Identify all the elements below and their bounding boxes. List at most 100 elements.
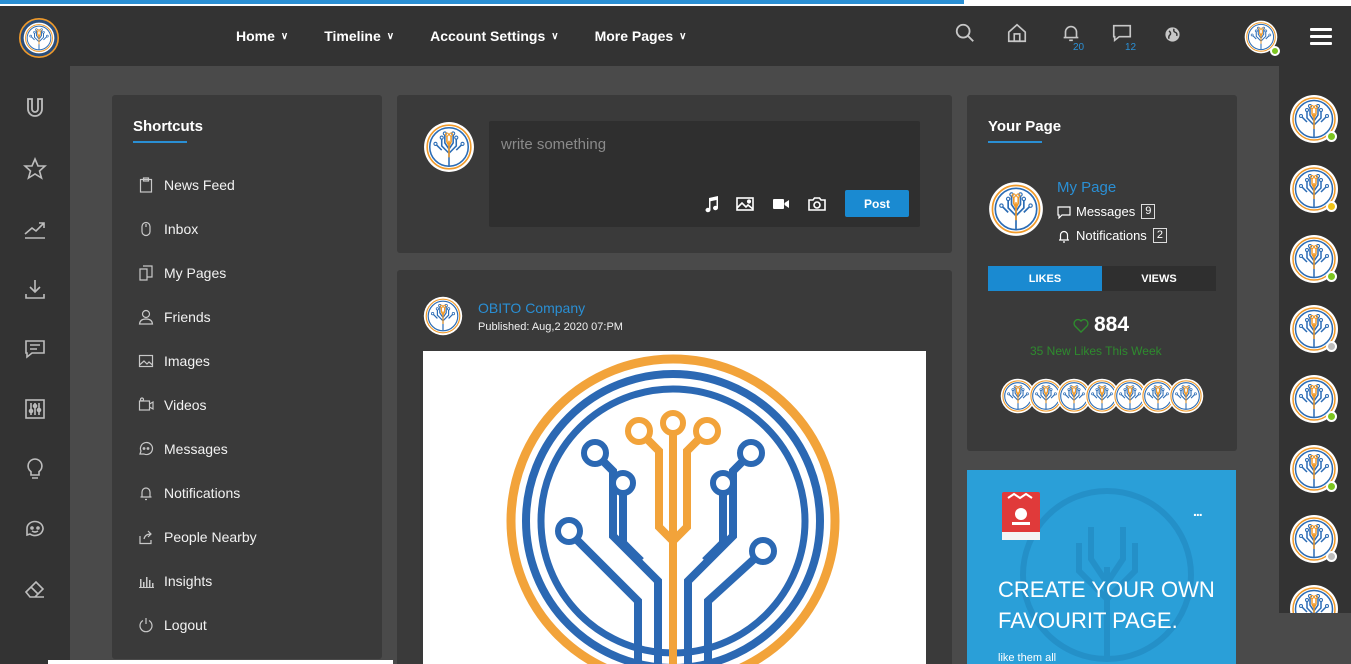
away-status-dot bbox=[1326, 201, 1337, 212]
page-messages-row[interactable]: Messages 9 bbox=[1057, 204, 1156, 219]
shortcut-label: Logout bbox=[164, 617, 207, 633]
post-textarea[interactable]: write something Post bbox=[489, 121, 920, 227]
shortcut-notifications[interactable]: Notifications bbox=[138, 485, 240, 501]
power-icon bbox=[138, 617, 154, 633]
online-status-dot bbox=[1326, 271, 1337, 282]
company-logo-image bbox=[506, 354, 840, 664]
smile-icon[interactable] bbox=[23, 517, 47, 541]
brand-logo[interactable] bbox=[19, 18, 59, 58]
download-icon[interactable] bbox=[23, 277, 47, 301]
tab-likes[interactable]: LIKES bbox=[988, 266, 1102, 291]
home-icon[interactable] bbox=[1006, 22, 1034, 50]
music-icon[interactable] bbox=[703, 195, 721, 213]
shortcut-news-feed[interactable]: News Feed bbox=[138, 177, 235, 193]
notifications-count: 2 bbox=[1152, 228, 1167, 243]
likes-views-tabs: LIKES VIEWS bbox=[988, 266, 1216, 291]
shortcut-label: Insights bbox=[164, 573, 213, 589]
bell-icon[interactable]: 20 bbox=[1060, 22, 1088, 53]
shortcut-inbox[interactable]: Inbox bbox=[138, 221, 198, 237]
friend-avatar[interactable] bbox=[1289, 514, 1339, 564]
promo-subtitle: like them all bbox=[998, 652, 1057, 664]
shortcut-label: Inbox bbox=[164, 221, 199, 237]
trending-icon[interactable] bbox=[23, 217, 47, 241]
shortcut-messages[interactable]: Messages bbox=[138, 441, 228, 457]
messages-badge: 12 bbox=[1125, 42, 1137, 53]
bell-icon bbox=[138, 485, 154, 501]
sliders-icon[interactable] bbox=[23, 397, 47, 421]
shortcut-label: Videos bbox=[164, 397, 207, 413]
shortcut-people-nearby[interactable]: People Nearby bbox=[138, 529, 257, 545]
heart-icon bbox=[1073, 318, 1089, 333]
magnet-icon[interactable] bbox=[23, 96, 47, 120]
nav-home[interactable]: Home ∨ bbox=[236, 28, 288, 44]
shortcuts-panel: Shortcuts News Feed Inbox My Pages Frien… bbox=[112, 95, 382, 659]
page-notifications-row[interactable]: Notifications 2 bbox=[1057, 228, 1167, 243]
camera-icon[interactable] bbox=[808, 195, 826, 213]
post-composer: write something Post bbox=[397, 95, 952, 253]
messages-count: 9 bbox=[1141, 204, 1156, 219]
more-options-icon[interactable]: ... bbox=[1193, 503, 1203, 519]
book-icon bbox=[1002, 492, 1040, 540]
chat-icon bbox=[138, 441, 154, 457]
post-author-name[interactable]: OBITO Company bbox=[478, 300, 585, 316]
friend-avatar[interactable] bbox=[1289, 444, 1339, 494]
liker-avatar[interactable] bbox=[1168, 378, 1204, 414]
online-status-dot bbox=[1270, 46, 1280, 56]
friend-avatar[interactable] bbox=[1289, 374, 1339, 424]
nav-timeline[interactable]: Timeline ∨ bbox=[324, 28, 394, 44]
title-underline bbox=[133, 141, 187, 143]
post-author-avatar[interactable] bbox=[423, 296, 463, 336]
video-camera-icon[interactable] bbox=[772, 195, 790, 213]
comment-icon[interactable] bbox=[23, 337, 47, 361]
post-placeholder: write something bbox=[501, 136, 607, 153]
friend-avatar[interactable] bbox=[1289, 304, 1339, 354]
image-icon[interactable] bbox=[736, 195, 754, 213]
post-button[interactable]: Post bbox=[845, 190, 909, 217]
online-status-dot bbox=[1326, 481, 1337, 492]
friend-avatar[interactable] bbox=[1289, 584, 1339, 613]
shortcut-my-pages[interactable]: My Pages bbox=[138, 265, 226, 281]
online-status-dot bbox=[1326, 411, 1337, 422]
shortcut-images[interactable]: Images bbox=[138, 353, 210, 369]
lightbulb-icon[interactable] bbox=[23, 457, 47, 481]
title-underline bbox=[988, 141, 1042, 143]
tab-views[interactable]: VIEWS bbox=[1102, 266, 1216, 291]
globe-icon[interactable] bbox=[1164, 26, 1192, 54]
shortcut-insights[interactable]: Insights bbox=[138, 573, 212, 589]
horizontal-scrollbar[interactable] bbox=[48, 660, 393, 664]
user-icon bbox=[138, 309, 154, 325]
friend-avatar[interactable] bbox=[1289, 234, 1339, 284]
create-page-promo[interactable]: ... CREATE YOUR OWN FAVOURIT PAGE. like … bbox=[967, 470, 1236, 664]
shortcut-label: Images bbox=[164, 353, 210, 369]
shortcut-label: News Feed bbox=[164, 177, 235, 193]
friend-avatar[interactable] bbox=[1289, 164, 1339, 214]
shortcut-friends[interactable]: Friends bbox=[138, 309, 211, 325]
chevron-down-icon: ∨ bbox=[386, 30, 395, 42]
shortcuts-title: Shortcuts bbox=[133, 118, 204, 135]
menu-toggle-icon[interactable] bbox=[1310, 28, 1332, 46]
search-icon[interactable] bbox=[954, 22, 982, 50]
feed-post: OBITO Company Published: Aug,2 2020 07:P… bbox=[397, 270, 952, 664]
promo-title: CREATE YOUR OWN FAVOURIT PAGE. bbox=[998, 577, 1215, 633]
eraser-icon[interactable] bbox=[23, 577, 47, 601]
user-avatar[interactable] bbox=[1244, 20, 1280, 56]
chat-icon[interactable]: 12 bbox=[1111, 22, 1139, 53]
left-icon-sidebar bbox=[0, 66, 70, 664]
main-nav: Home ∨ Timeline ∨ Account Settings ∨ More P… bbox=[236, 28, 722, 44]
nav-home-label: Home bbox=[236, 28, 275, 44]
my-page-link[interactable]: My Page bbox=[1057, 179, 1116, 196]
video-icon bbox=[138, 397, 154, 413]
notifications-badge: 20 bbox=[1073, 42, 1085, 53]
nav-account-settings[interactable]: Account Settings ∨ bbox=[430, 28, 558, 44]
shortcut-label: Friends bbox=[164, 309, 211, 325]
page-avatar[interactable] bbox=[988, 181, 1044, 237]
nav-more-pages[interactable]: More Pages ∨ bbox=[595, 28, 687, 44]
shortcut-logout[interactable]: Logout bbox=[138, 617, 207, 633]
friend-avatar[interactable] bbox=[1289, 94, 1339, 144]
offline-status-dot bbox=[1326, 551, 1337, 562]
shortcut-videos[interactable]: Videos bbox=[138, 397, 207, 413]
clipboard-icon bbox=[138, 177, 154, 193]
star-icon[interactable] bbox=[22, 156, 48, 181]
composer-avatar bbox=[423, 121, 475, 173]
post-image[interactable] bbox=[423, 351, 926, 664]
